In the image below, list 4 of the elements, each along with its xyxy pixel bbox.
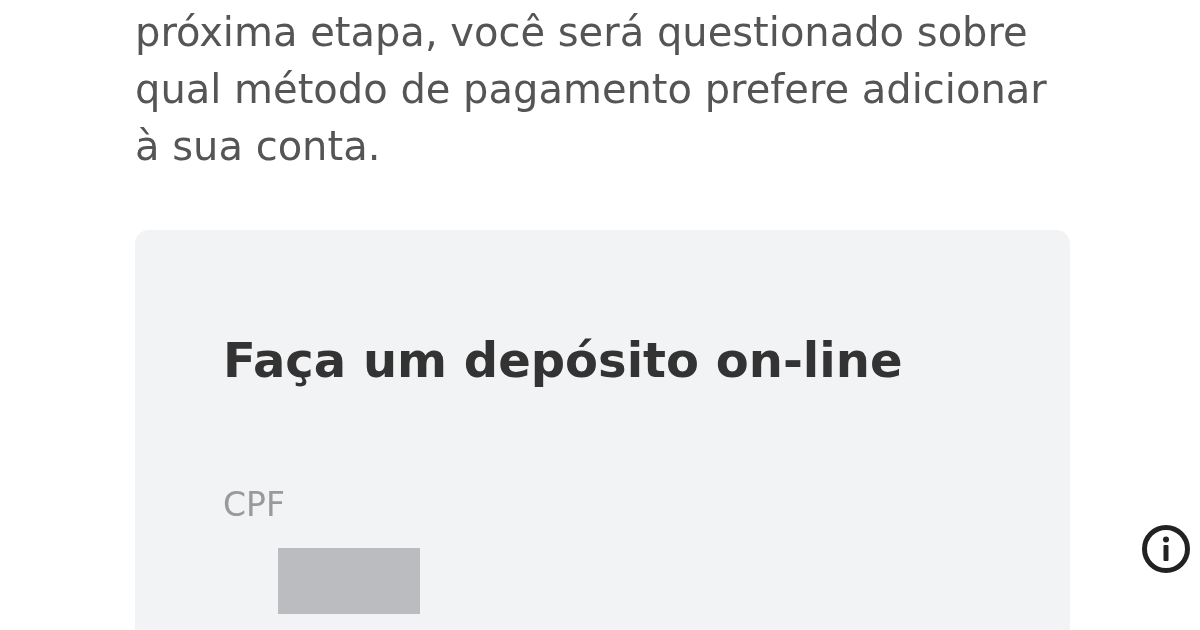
info-icon[interactable] [1142, 525, 1190, 573]
intro-paragraph: próxima etapa, você será questionado sobre qual método de pagamento prefere adicionar à sua conta. [135, 8, 1048, 171]
card-title: Faça um depósito on-line [223, 331, 904, 390]
field-label: CPF [223, 485, 286, 525]
